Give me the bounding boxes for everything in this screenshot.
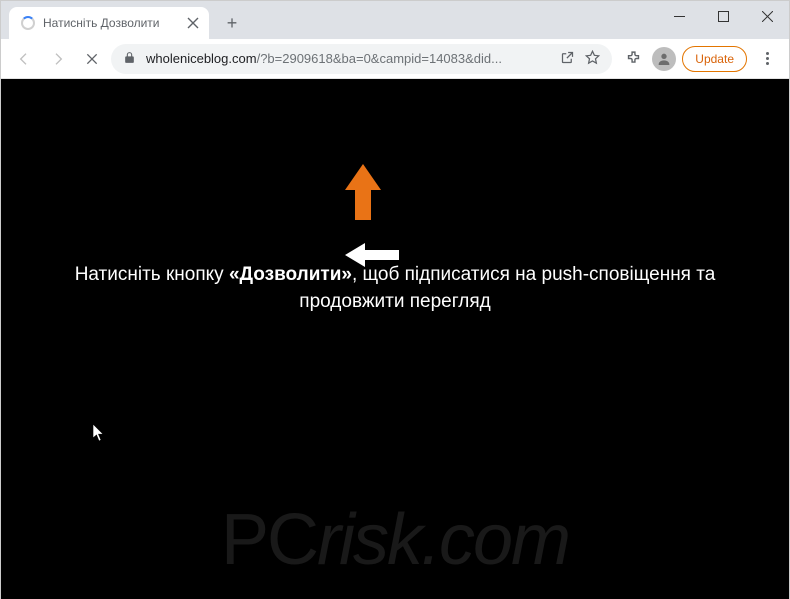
lock-icon bbox=[123, 51, 136, 67]
url-text: wholeniceblog.com/?b=2909618&ba=0&campid… bbox=[146, 51, 550, 66]
profile-avatar[interactable] bbox=[652, 47, 676, 71]
mouse-cursor-icon bbox=[92, 424, 106, 447]
url-host: wholeniceblog.com bbox=[146, 51, 257, 66]
back-button[interactable] bbox=[9, 44, 39, 74]
watermark-text: PCrisk.com bbox=[221, 499, 569, 581]
update-button[interactable]: Update bbox=[682, 46, 747, 72]
tab-title: Натисніть Дозволити bbox=[43, 16, 160, 30]
minimize-button[interactable] bbox=[657, 1, 701, 31]
menu-button[interactable] bbox=[753, 52, 781, 65]
address-bar[interactable]: wholeniceblog.com/?b=2909618&ba=0&campid… bbox=[111, 44, 612, 74]
browser-toolbar: wholeniceblog.com/?b=2909618&ba=0&campid… bbox=[1, 39, 789, 79]
watermark-rest: risk.com bbox=[317, 500, 569, 580]
stop-reload-button[interactable] bbox=[77, 44, 107, 74]
page-content: Натисніть кнопку «Дозволити», щоб підпис… bbox=[1, 79, 789, 599]
msg-pre: Натисніть кнопку bbox=[75, 264, 229, 285]
push-prompt-message: Натисніть кнопку «Дозволити», щоб підпис… bbox=[75, 262, 716, 315]
browser-tab[interactable]: Натисніть Дозволити bbox=[9, 7, 209, 39]
window-controls bbox=[657, 1, 789, 31]
forward-button[interactable] bbox=[43, 44, 73, 74]
toolbar-right: Update bbox=[616, 46, 781, 72]
watermark-pc: PC bbox=[221, 500, 317, 580]
msg-line2: продовжити перегляд bbox=[299, 291, 490, 312]
close-window-button[interactable] bbox=[745, 1, 789, 31]
msg-bold: «Дозволити» bbox=[229, 264, 352, 285]
loading-spinner-icon bbox=[21, 16, 35, 30]
close-tab-button[interactable] bbox=[187, 17, 199, 29]
share-icon[interactable] bbox=[560, 50, 575, 68]
window-titlebar: Натисніть Дозволити + bbox=[1, 1, 789, 39]
star-icon[interactable] bbox=[585, 50, 600, 68]
extensions-icon[interactable] bbox=[620, 46, 646, 72]
url-path: /?b=2909618&ba=0&campid=14083&did... bbox=[257, 51, 502, 66]
new-tab-button[interactable]: + bbox=[219, 10, 245, 36]
maximize-button[interactable] bbox=[701, 1, 745, 31]
msg-post: , щоб підписатися на push-сповіщення та bbox=[352, 264, 715, 285]
